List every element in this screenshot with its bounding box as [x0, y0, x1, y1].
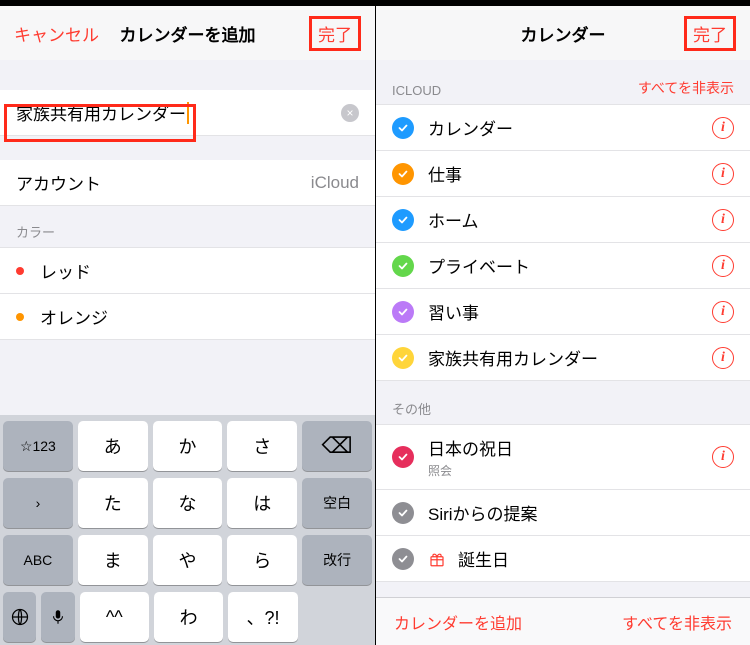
add-calendar-link[interactable]: カレンダーを追加	[394, 610, 522, 634]
check-icon	[392, 548, 414, 570]
calendar-row[interactable]: プライベート i	[376, 243, 750, 289]
info-icon[interactable]: i	[712, 255, 734, 277]
calendar-name: Siriからの提案	[428, 500, 538, 525]
check-icon	[392, 446, 414, 468]
calendar-row[interactable]: Siriからの提案	[376, 490, 750, 536]
calendar-sub: 照会	[428, 462, 513, 479]
info-icon[interactable]: i	[712, 209, 734, 231]
cancel-button[interactable]: キャンセル	[14, 21, 99, 46]
phone-right: カレンダー 完了 ICLOUD すべてを非表示 カレンダーi仕事iホームiプライ…	[375, 0, 750, 645]
info-icon[interactable]: i	[712, 347, 734, 369]
info-icon[interactable]: i	[712, 163, 734, 185]
calendar-name: 誕生日	[458, 546, 509, 571]
other-label: その他	[392, 399, 431, 418]
key-wa[interactable]: わ	[154, 592, 223, 642]
key-ma[interactable]: ま	[78, 535, 148, 585]
color-dot-icon	[16, 267, 24, 275]
info-icon[interactable]: i	[712, 446, 734, 468]
info-icon[interactable]: i	[712, 301, 734, 323]
hide-all-bottom-link[interactable]: すべてを非表示	[622, 610, 732, 634]
calendar-row[interactable]: 日本の祝日照会 i	[376, 424, 750, 490]
check-icon	[392, 301, 414, 323]
calendar-name: 日本の祝日	[428, 435, 513, 460]
calendar-name-input-row[interactable]: 家族共有用カレンダー ×	[0, 90, 375, 136]
color-dot-icon	[16, 313, 24, 321]
done-button[interactable]: 完了	[309, 16, 361, 51]
account-label: アカウント	[16, 170, 101, 195]
check-icon	[392, 255, 414, 277]
icloud-header: ICLOUD すべてを非表示	[376, 60, 750, 104]
text-caret	[187, 102, 189, 124]
key-backspace[interactable]: ⌫	[302, 421, 372, 471]
calendar-row[interactable]: 誕生日	[376, 536, 750, 582]
calendar-name-value: 家族共有用カレンダー	[16, 100, 186, 125]
color-option[interactable]: オレンジ	[0, 294, 375, 340]
phone-left: キャンセル カレンダーを追加 完了 家族共有用カレンダー × アカウント iCl…	[0, 0, 375, 645]
check-icon	[392, 347, 414, 369]
nav-bar: カレンダー 完了	[376, 6, 750, 60]
color-option[interactable]: レッド	[0, 247, 375, 294]
key-sa[interactable]: さ	[227, 421, 297, 471]
key-emo[interactable]: ^^	[80, 592, 149, 642]
key-na[interactable]: な	[153, 478, 223, 528]
done-button[interactable]: 完了	[684, 16, 736, 51]
calendar-row[interactable]: カレンダー i	[376, 104, 750, 151]
check-icon	[392, 209, 414, 231]
calendar-row[interactable]: 仕事 i	[376, 151, 750, 197]
key-ka[interactable]: か	[153, 421, 223, 471]
key-ra[interactable]: ら	[227, 535, 297, 585]
key-punct[interactable]: 、?!	[228, 592, 297, 642]
keyboard: ☆123 あ か さ ⌫ › た な は 空白 ABC ま や ら 改行	[0, 415, 375, 645]
key-abc[interactable]: ABC	[3, 535, 73, 585]
calendar-name: 家族共有用カレンダー	[428, 345, 598, 370]
check-icon	[392, 117, 414, 139]
account-row[interactable]: アカウント iCloud	[0, 160, 375, 206]
key-a[interactable]: あ	[78, 421, 148, 471]
icloud-label: ICLOUD	[392, 83, 441, 98]
info-icon[interactable]: i	[712, 117, 734, 139]
calendar-row[interactable]: 家族共有用カレンダー i	[376, 335, 750, 381]
key-ta[interactable]: た	[78, 478, 148, 528]
color-name: オレンジ	[40, 304, 108, 329]
calendar-row[interactable]: ホーム i	[376, 197, 750, 243]
calendar-row[interactable]: 習い事 i	[376, 289, 750, 335]
check-icon	[392, 163, 414, 185]
calendar-name: プライベート	[428, 253, 530, 278]
clear-icon[interactable]: ×	[341, 104, 359, 122]
check-icon	[392, 502, 414, 524]
calendar-name: ホーム	[428, 207, 479, 232]
calendar-name: カレンダー	[428, 115, 513, 140]
key-return[interactable]: 改行	[302, 535, 372, 585]
calendar-name: 仕事	[428, 161, 462, 186]
key-globe[interactable]	[3, 592, 36, 642]
bottom-toolbar: カレンダーを追加 すべてを非表示	[376, 597, 750, 645]
hide-all-link[interactable]: すべてを非表示	[638, 78, 734, 98]
account-value: iCloud	[311, 173, 359, 193]
color-section-header: カラー	[0, 206, 375, 247]
key-space[interactable]: 空白	[302, 478, 372, 528]
key-chevron[interactable]: ›	[3, 478, 73, 528]
calendar-name: 習い事	[428, 299, 479, 324]
other-header: その他	[376, 381, 750, 424]
gift-icon	[428, 550, 446, 568]
key-mic[interactable]	[41, 592, 74, 642]
key-ha[interactable]: は	[227, 478, 297, 528]
key-ya[interactable]: や	[153, 535, 223, 585]
nav-bar: キャンセル カレンダーを追加 完了	[0, 6, 375, 60]
key-numsym[interactable]: ☆123	[3, 421, 73, 471]
color-name: レッド	[40, 258, 91, 283]
